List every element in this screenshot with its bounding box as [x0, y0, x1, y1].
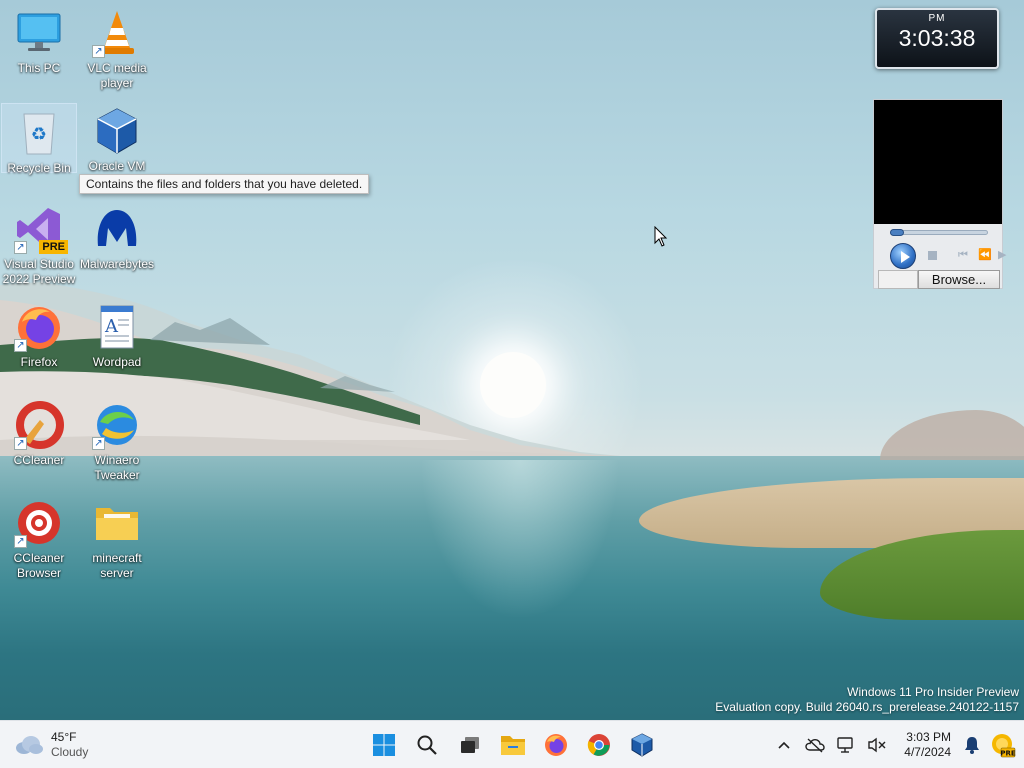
- svg-text:PRE: PRE: [1000, 750, 1016, 758]
- system-tray: 3:03 PM 4/7/2024 PRE: [771, 721, 1024, 768]
- desktop-icon-ccleaner[interactable]: ↗ CCleaner: [0, 396, 78, 468]
- shortcut-arrow-icon: ↗: [14, 339, 27, 352]
- start-icon: [372, 734, 395, 756]
- icon-label: Firefox: [20, 355, 58, 369]
- taskbar-date: 4/7/2024: [904, 745, 951, 759]
- icon-label: CCleaner: [13, 453, 65, 467]
- desktop[interactable]: This PC ↗ VLC media player ♻ Recycle Bin: [0, 0, 1024, 720]
- wordpad-icon: A: [92, 302, 142, 352]
- desktop-icon-malwarebytes[interactable]: Malwarebytes: [78, 200, 156, 272]
- firefox-taskbar-button[interactable]: [534, 725, 577, 765]
- watermark-build: Evaluation copy. Build 26040.rs_prerelea…: [715, 700, 1019, 714]
- winaero-icon: ↗: [92, 400, 142, 450]
- search-button[interactable]: [405, 725, 448, 765]
- file-explorer-icon: [500, 736, 525, 755]
- task-view-button[interactable]: [448, 725, 491, 765]
- desktop-icon-recycle-bin[interactable]: ♻ Recycle Bin: [1, 103, 77, 175]
- forward-icon[interactable]: ▶: [998, 248, 1006, 262]
- icon-label: Recycle Bin: [7, 161, 71, 175]
- desktop-icon-oracle-vm[interactable]: Oracle VM: [78, 102, 156, 174]
- desktop-icon-visual-studio[interactable]: PRE ↗ Visual Studio 2022 Preview: [0, 200, 78, 287]
- previous-icon[interactable]: ⏮: [958, 248, 968, 262]
- task-view-icon: [460, 737, 479, 753]
- taskbar-apps: [362, 725, 663, 765]
- firefox-icon: ↗: [14, 302, 64, 352]
- desktop-icon-this-pc[interactable]: This PC: [0, 4, 78, 76]
- icon-label: Winaero Tweaker: [94, 453, 140, 482]
- rewind-icon[interactable]: ⏪: [978, 248, 992, 262]
- shortcut-arrow-icon: ↗: [14, 437, 27, 450]
- mouse-cursor-icon: [654, 226, 668, 247]
- icon-label: minecraft server: [92, 551, 142, 580]
- ccleaner-browser-icon: ↗: [14, 498, 64, 548]
- clock-time: 3:03:38: [898, 25, 976, 51]
- svg-text:A: A: [104, 316, 119, 337]
- notification-bell-icon[interactable]: [959, 732, 985, 758]
- weather-widget[interactable]: 45°F Cloudy: [14, 727, 124, 763]
- watermark-edition: Windows 11 Pro Insider Preview: [847, 685, 1019, 699]
- search-icon: [417, 735, 437, 755]
- chrome-icon: [587, 734, 610, 756]
- taskbar-time: 3:03 PM: [906, 730, 951, 744]
- recycle-bin-icon: ♻: [14, 108, 64, 158]
- sun-reflection: [420, 460, 620, 620]
- seek-thumb[interactable]: [890, 229, 904, 236]
- computer-icon: [14, 8, 64, 58]
- file-path-field[interactable]: [878, 270, 918, 289]
- desktop-icon-minecraft-server[interactable]: minecraft server: [78, 494, 156, 581]
- file-explorer-button[interactable]: [491, 725, 534, 765]
- icon-label: Oracle VM: [88, 159, 146, 173]
- shortcut-arrow-icon: ↗: [92, 45, 105, 58]
- volume-muted-icon[interactable]: [864, 732, 890, 758]
- copilot-pre-icon[interactable]: PRE: [990, 732, 1016, 758]
- network-icon[interactable]: [833, 732, 859, 758]
- start-button[interactable]: [362, 725, 405, 765]
- cloud-icon: [14, 734, 44, 756]
- windows-watermark: Windows 11 Pro Insider Preview Evaluatio…: [715, 685, 1019, 715]
- desktop-icon-firefox[interactable]: ↗ Firefox: [0, 298, 78, 370]
- shortcut-arrow-icon: ↗: [92, 437, 105, 450]
- chrome-taskbar-button[interactable]: [577, 725, 620, 765]
- play-icon[interactable]: [890, 243, 916, 269]
- taskbar-clock[interactable]: 3:03 PM 4/7/2024: [897, 730, 951, 760]
- malwarebytes-icon: [92, 204, 142, 254]
- icon-label: This PC: [17, 61, 61, 75]
- vlc-icon: ↗: [92, 8, 142, 58]
- media-player-gadget[interactable]: ⏮ ⏪ ▶ Browse...: [873, 99, 1006, 289]
- desktop-icon-winaero-tweaker[interactable]: ↗ Winaero Tweaker: [78, 396, 156, 483]
- icon-label: CCleaner Browser: [13, 551, 65, 580]
- firefox-icon: [544, 734, 567, 756]
- onedrive-icon[interactable]: [802, 732, 828, 758]
- desktop-icon-wordpad[interactable]: A Wordpad: [78, 298, 156, 370]
- weather-condition: Cloudy: [51, 745, 89, 759]
- clock-gadget[interactable]: PM 3:03:38: [875, 8, 999, 69]
- chevron-up-icon[interactable]: [771, 732, 797, 758]
- media-controls: ⏮ ⏪ ▶: [890, 243, 1006, 269]
- icon-label: Wordpad: [92, 355, 142, 369]
- browse-button[interactable]: Browse...: [918, 270, 1000, 289]
- ccleaner-icon: ↗: [14, 400, 64, 450]
- desktop-icon-ccleaner-browser[interactable]: ↗ CCleaner Browser: [0, 494, 78, 581]
- svg-text:♻: ♻: [31, 124, 47, 145]
- virtualbox-icon: [631, 733, 652, 757]
- stop-icon[interactable]: [928, 251, 937, 260]
- shortcut-arrow-icon: ↗: [14, 241, 27, 254]
- virtualbox-taskbar-button[interactable]: [620, 725, 663, 765]
- virtualbox-icon: [92, 106, 142, 156]
- video-screen: [874, 100, 1002, 224]
- shortcut-arrow-icon: ↗: [14, 535, 27, 548]
- desktop-icon-vlc[interactable]: ↗ VLC media player: [78, 4, 156, 91]
- icon-label: VLC media player: [87, 61, 147, 90]
- clock-ampm: PM: [928, 13, 946, 24]
- icon-label: Visual Studio 2022 Preview: [2, 257, 76, 286]
- seek-bar[interactable]: [890, 229, 988, 236]
- recycle-bin-tooltip: Contains the files and folders that you …: [79, 174, 370, 194]
- folder-icon: [92, 498, 142, 548]
- pre-badge: PRE: [39, 240, 68, 254]
- weather-temp: 45°F: [51, 730, 77, 744]
- visual-studio-icon: PRE ↗: [14, 204, 68, 254]
- icon-label: Malwarebytes: [79, 257, 155, 271]
- taskbar: 45°F Cloudy 3:03 PM 4/7/2024 PRE: [0, 720, 1024, 768]
